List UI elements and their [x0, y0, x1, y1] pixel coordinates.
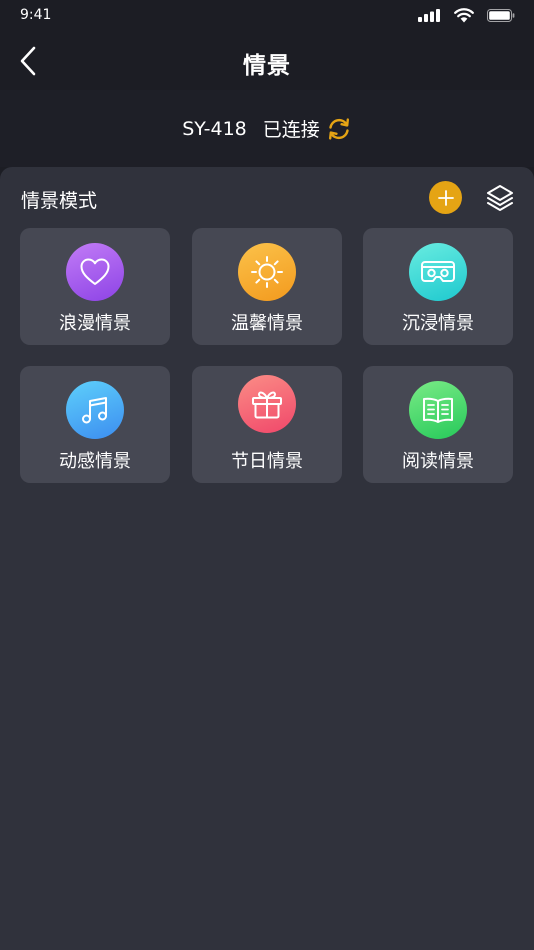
nav-bar: 情景	[0, 32, 534, 90]
scene-label: 阅读情景	[402, 451, 474, 472]
scene-icon-circle	[66, 381, 124, 439]
scene-icon-circle	[238, 243, 296, 301]
gift-icon	[252, 391, 282, 419]
add-scene-button[interactable]	[429, 181, 462, 214]
layers-button[interactable]	[484, 182, 516, 214]
sun-icon	[251, 256, 283, 288]
scene-label: 沉浸情景	[402, 313, 474, 334]
scene-panel: 情景模式 浪漫情景 温馨情景 沉浸情景 动感情景 节日情景 阅读情景	[0, 167, 534, 950]
layers-icon	[487, 185, 513, 211]
device-name: SY-418	[182, 117, 247, 140]
refresh-icon[interactable]	[326, 116, 352, 142]
scene-icon-circle	[409, 381, 467, 439]
wifi-icon	[454, 8, 474, 23]
status-time: 9:41	[20, 7, 52, 23]
scene-label: 温馨情景	[231, 313, 303, 334]
heart-icon	[80, 258, 110, 285]
device-connection-row: SY-418 已连接	[0, 90, 534, 167]
scene-label: 节日情景	[231, 451, 303, 472]
plus-icon	[437, 189, 454, 206]
screen: 9:41 情景 SY-418 已连接 情景模式 浪漫情景 温馨情景 沉浸情景 动…	[0, 0, 534, 950]
book-icon	[423, 397, 453, 423]
scene-card-reading[interactable]: 阅读情景	[363, 366, 513, 483]
section-title: 情景模式	[21, 190, 98, 212]
status-bar: 9:41	[0, 0, 534, 32]
vr-headset-icon	[421, 261, 455, 282]
scene-card-warm[interactable]: 温馨情景	[192, 228, 342, 345]
page-title: 情景	[243, 53, 291, 79]
scene-label: 浪漫情景	[59, 313, 131, 334]
music-note-icon	[82, 397, 107, 424]
scene-card-dynamic[interactable]: 动感情景	[20, 366, 170, 483]
scene-card-festival[interactable]: 节日情景	[192, 366, 342, 483]
signal-icon	[418, 9, 440, 22]
scene-icon-circle	[66, 243, 124, 301]
scene-card-immersive[interactable]: 沉浸情景	[363, 228, 513, 345]
connection-status: 已连接	[262, 119, 320, 141]
battery-icon	[487, 9, 515, 22]
scene-card-romantic[interactable]: 浪漫情景	[20, 228, 170, 345]
scene-icon-circle	[238, 375, 296, 433]
scene-icon-circle	[409, 243, 467, 301]
scene-label: 动感情景	[59, 451, 131, 472]
